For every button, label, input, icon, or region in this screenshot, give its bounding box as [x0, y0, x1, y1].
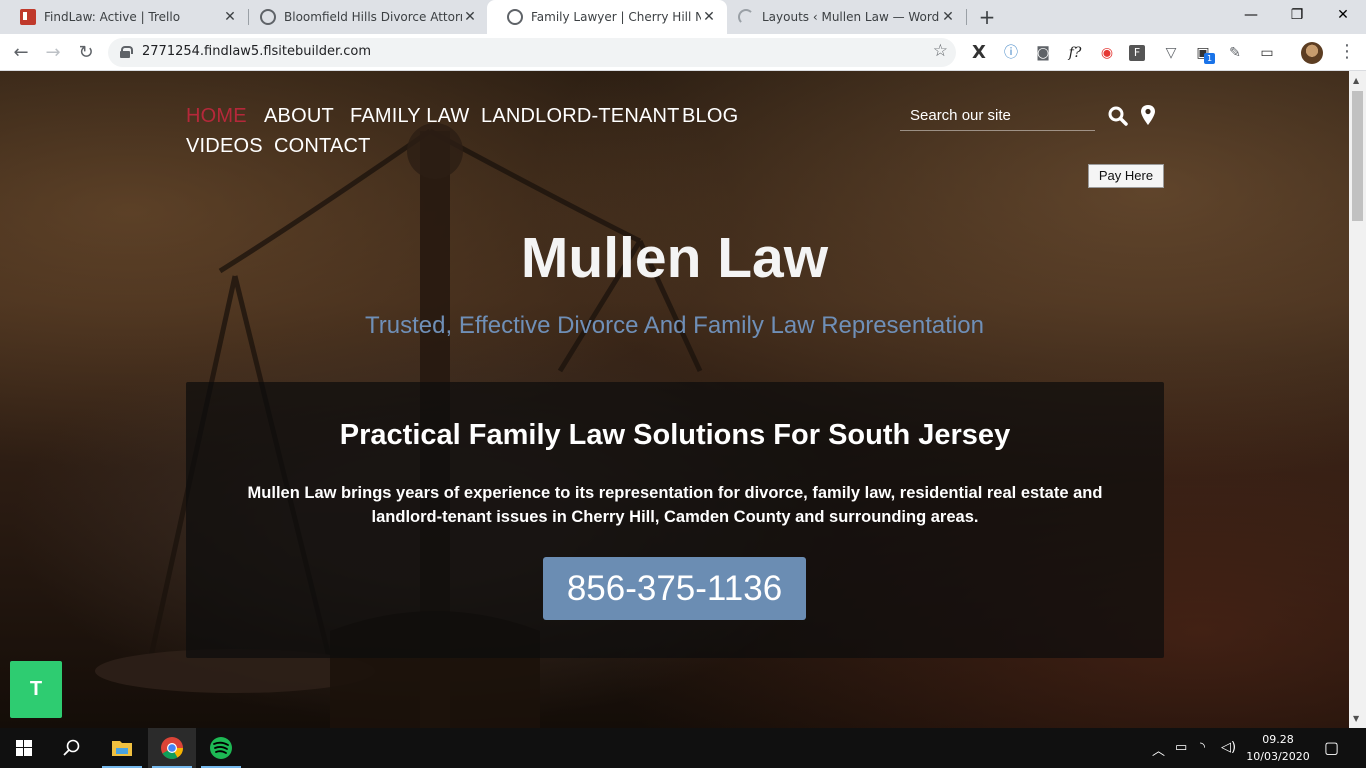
- tab-title: FindLaw: Active | Trello: [44, 10, 181, 24]
- nav-blog[interactable]: BLOG: [682, 105, 738, 128]
- close-icon[interactable]: ✕: [462, 9, 478, 25]
- phone-button[interactable]: 856-375-1136: [543, 557, 806, 620]
- scroll-up-arrow-icon[interactable]: ▲: [1353, 76, 1359, 85]
- browser-toolbar: ← → ↻ 2771254.findlaw5.flsitebuilder.com…: [0, 34, 1366, 71]
- trello-icon: [20, 9, 36, 25]
- volume-icon[interactable]: ◁): [1221, 740, 1236, 755]
- loading-spinner-icon: [738, 9, 754, 25]
- search-icon[interactable]: [1108, 106, 1128, 126]
- v-extension-icon[interactable]: ▽: [1161, 43, 1181, 63]
- scroll-thumb[interactable]: [1352, 91, 1363, 221]
- f-extension-icon[interactable]: F: [1129, 45, 1145, 61]
- taskbar-search-button[interactable]: [48, 728, 96, 768]
- tab-title: Layouts ‹ Mullen Law — WordPre: [762, 10, 940, 24]
- file-explorer-button[interactable]: [98, 728, 146, 768]
- chrome-icon: [161, 737, 183, 759]
- windows-taskbar: ︿ ▭ ◝ ◁) 09.28 10/03/2020 ▢: [0, 728, 1366, 768]
- minimize-button[interactable]: —: [1228, 0, 1274, 30]
- website-hero: HOME ABOUT FAMILY LAW LANDLORD-TENANT BL…: [0, 71, 1349, 728]
- scroll-down-arrow-icon[interactable]: ▼: [1353, 714, 1359, 723]
- eyedropper-extension-icon[interactable]: ✎: [1225, 43, 1245, 63]
- window-close-button[interactable]: ✕: [1320, 0, 1366, 30]
- intro-text: Mullen Law brings years of experience to…: [247, 484, 1103, 526]
- globe-icon: [260, 9, 276, 25]
- close-icon[interactable]: ✕: [940, 9, 956, 25]
- intro-box: Practical Family Law Solutions For South…: [186, 382, 1164, 658]
- extension-badge: 1: [1204, 53, 1215, 64]
- nav-contact[interactable]: CONTACT: [274, 135, 371, 158]
- tab-title: Family Lawyer | Cherry Hill New J: [531, 10, 701, 24]
- chat-widget-button[interactable]: T: [10, 661, 62, 718]
- hero-subtitle: Trusted, Effective Divorce And Family La…: [365, 312, 984, 339]
- url-text[interactable]: 2771254.findlaw5.flsitebuilder.com: [142, 44, 371, 59]
- browser-menu-icon[interactable]: ⋮: [1338, 41, 1356, 62]
- taskbar-clock[interactable]: 09.28 10/03/2020: [1244, 731, 1312, 765]
- camera-extension-icon[interactable]: ◙: [1033, 43, 1053, 63]
- x-extension-icon[interactable]: X: [969, 43, 989, 63]
- close-icon[interactable]: ✕: [222, 9, 238, 25]
- nav-about[interactable]: ABOUT: [264, 105, 334, 128]
- reload-button[interactable]: ↻: [73, 40, 99, 66]
- clock-time: 09.28: [1262, 733, 1294, 746]
- nav-family-law[interactable]: FAMILY LAW: [350, 105, 469, 128]
- battery-icon[interactable]: ▭: [1175, 740, 1187, 755]
- forward-button[interactable]: →: [40, 40, 66, 66]
- spotify-icon: [210, 737, 232, 759]
- clock-date: 10/03/2020: [1246, 750, 1310, 763]
- tab-title: Bloomfield Hills Divorce Attorney: [284, 10, 462, 24]
- info-extension-icon[interactable]: ⓘ: [1001, 43, 1021, 63]
- tab-layouts-wordpress[interactable]: Layouts ‹ Mullen Law — WordPre ✕: [718, 0, 966, 34]
- picture-in-picture-icon[interactable]: ▭: [1257, 43, 1277, 63]
- folder-icon: [112, 741, 132, 756]
- back-button[interactable]: ←: [8, 40, 34, 66]
- nav-videos[interactable]: VIDEOS: [186, 135, 263, 158]
- bookmark-star-icon[interactable]: ☆: [933, 41, 948, 61]
- profile-avatar[interactable]: [1301, 42, 1323, 64]
- start-button[interactable]: [0, 728, 48, 768]
- tab-bloomfield[interactable]: Bloomfield Hills Divorce Attorney ✕: [240, 0, 488, 34]
- map-pin-icon[interactable]: [1140, 104, 1156, 126]
- tab-divider: [966, 9, 967, 25]
- hero-title: Mullen Law: [520, 226, 829, 290]
- browser-tab-strip: FindLaw: Active | Trello ✕ Bloomfield Hi…: [0, 0, 1366, 34]
- lock-icon[interactable]: [120, 46, 133, 58]
- tab-findlaw-trello[interactable]: FindLaw: Active | Trello ✕: [0, 0, 248, 34]
- show-hidden-icons-icon[interactable]: ︿: [1152, 740, 1165, 759]
- site-search-input[interactable]: [900, 101, 1095, 131]
- globe-icon: [507, 9, 523, 25]
- font-extension-icon[interactable]: f?: [1065, 43, 1085, 63]
- spotify-taskbar-button[interactable]: [197, 728, 245, 768]
- chrome-taskbar-button[interactable]: [148, 728, 196, 768]
- search-icon: [63, 739, 80, 756]
- nav-home[interactable]: HOME: [186, 105, 247, 128]
- close-icon[interactable]: ✕: [701, 9, 717, 25]
- tab-family-lawyer[interactable]: Family Lawyer | Cherry Hill New J ✕: [487, 0, 727, 34]
- pay-here-button[interactable]: Pay Here: [1088, 164, 1164, 188]
- intro-heading: Practical Family Law Solutions For South…: [339, 419, 1011, 451]
- box-extension-icon[interactable]: ▣ 1: [1193, 43, 1215, 64]
- address-bar[interactable]: 2771254.findlaw5.flsitebuilder.com ☆: [108, 38, 956, 67]
- windows-logo-icon: [16, 740, 32, 756]
- page-scrollbar[interactable]: ▲ ▼: [1349, 71, 1366, 728]
- wifi-icon[interactable]: ◝: [1200, 740, 1205, 755]
- new-tab-button[interactable]: +: [975, 5, 999, 29]
- maximize-button[interactable]: ❐: [1274, 0, 1320, 30]
- nav-landlord-tenant[interactable]: LANDLORD-TENANT: [481, 105, 680, 128]
- action-center-icon[interactable]: ▢: [1324, 738, 1339, 757]
- target-extension-icon[interactable]: ◉: [1097, 43, 1117, 63]
